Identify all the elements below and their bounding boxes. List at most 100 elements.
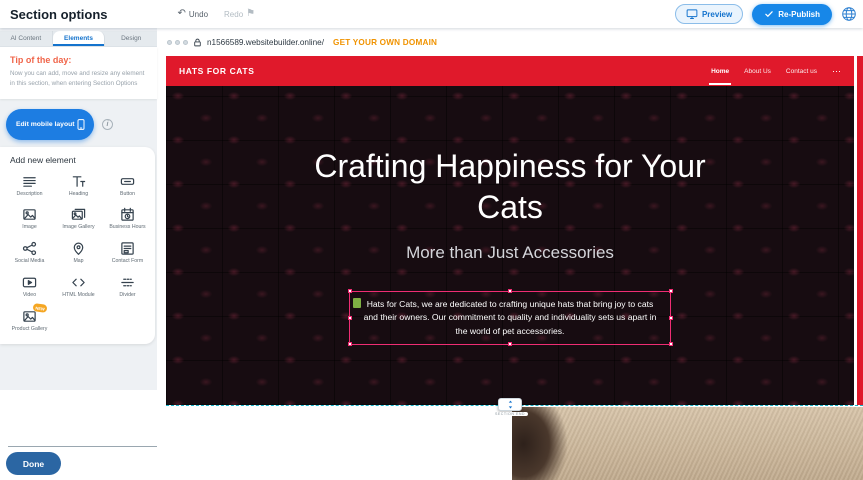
hero-title[interactable]: Crafting Happiness for Your Cats: [300, 146, 720, 228]
undo-button[interactable]: ↶ Undo: [178, 9, 209, 19]
element-label: Description: [17, 191, 43, 198]
check-icon: [764, 9, 774, 19]
resize-handle[interactable]: [508, 342, 512, 346]
add-element-image[interactable]: Image: [5, 207, 54, 231]
site-edge-strip: [857, 56, 863, 405]
more-menu-icon[interactable]: ⋯: [832, 67, 841, 76]
tab-ai-content[interactable]: AI Content: [0, 31, 53, 46]
button-icon: [120, 174, 135, 189]
element-label: Heading: [69, 191, 88, 198]
app-window: Section options ↶ Undo Redo ⚑ Preview: [0, 0, 863, 480]
add-new-element-panel: Add new element Description Heading Butt…: [0, 147, 155, 345]
element-label: Product Gallery: [12, 326, 48, 333]
info-icon[interactable]: i: [102, 119, 113, 130]
page-title: Section options: [10, 7, 108, 22]
add-element-title: Add new element: [10, 155, 152, 165]
tip-of-the-day-card: Tip of the day: Now you can add, move an…: [0, 47, 157, 99]
description-icon: [22, 174, 37, 189]
resize-handle[interactable]: [348, 316, 352, 320]
divider-icon: [120, 275, 135, 290]
contact-form-icon: [120, 241, 135, 256]
window-dots-icon: [167, 40, 188, 45]
resize-handle[interactable]: [508, 289, 512, 293]
add-element-contact-form[interactable]: Contact Form: [103, 241, 152, 265]
globe-icon[interactable]: [841, 6, 857, 22]
carpet-photo: [512, 407, 863, 480]
add-element-product-gallery[interactable]: NEW Product Gallery: [5, 309, 54, 333]
done-button[interactable]: Done: [6, 452, 61, 475]
image-gallery-icon: [71, 207, 86, 222]
element-grid: Description Heading Button Image Image G…: [5, 174, 152, 333]
sidebar-divider: [8, 446, 157, 447]
element-label: HTML Module: [62, 292, 94, 299]
new-badge: NEW: [32, 303, 47, 313]
element-label: Image Gallery: [62, 224, 94, 231]
business-hours-icon: [120, 207, 135, 222]
tab-design[interactable]: Design: [105, 31, 157, 46]
element-label: Button: [120, 191, 135, 198]
selected-text-element[interactable]: Hats for Cats, we are dedicated to craft…: [349, 291, 671, 345]
nav-about-us[interactable]: About Us: [744, 68, 771, 75]
republish-label: Re-Publish: [778, 10, 820, 19]
add-element-heading[interactable]: Heading: [54, 174, 103, 198]
drag-handle[interactable]: [353, 298, 361, 308]
element-label: Social Media: [15, 258, 45, 265]
lock-icon: [193, 38, 202, 47]
add-element-social-media[interactable]: Social Media: [5, 241, 54, 265]
site-nav: Home About Us Contact us ⋯: [711, 67, 841, 76]
monitor-icon: [686, 8, 698, 20]
tip-body: Now you can add, move and resize any ele…: [10, 69, 147, 89]
nav-contact-us[interactable]: Contact us: [786, 68, 817, 75]
element-label: Video: [23, 292, 36, 299]
element-label: Contact Form: [112, 258, 143, 265]
up-down-arrows-icon: [506, 399, 515, 410]
tab-elements[interactable]: Elements: [53, 31, 106, 46]
add-element-business-hours[interactable]: Business Hours: [103, 207, 152, 231]
site-header[interactable]: HATS FOR CATS Home About Us Contact us ⋯: [166, 56, 854, 86]
heading-icon: [71, 174, 86, 189]
add-element-button[interactable]: Button: [103, 174, 152, 198]
republish-button[interactable]: Re-Publish: [752, 4, 832, 25]
site-preview: HATS FOR CATS Home About Us Contact us ⋯…: [166, 56, 854, 405]
site-url[interactable]: n1566589.websitebuilder.online/: [207, 38, 324, 47]
hero-subtitle[interactable]: More than Just Accessories: [166, 243, 854, 263]
get-own-domain-link[interactable]: GET YOUR OWN DOMAIN: [333, 38, 437, 47]
editor-canvas: n1566589.websitebuilder.online/ GET YOUR…: [157, 28, 863, 480]
resize-arrows-box[interactable]: [498, 398, 522, 411]
edit-mobile-layout-button[interactable]: Edit mobile layout: [6, 109, 94, 140]
undo-icon: ↶: [178, 9, 186, 19]
resize-handle[interactable]: [669, 316, 673, 320]
mobile-layout-row: Edit mobile layout i: [0, 99, 157, 147]
video-icon: [22, 275, 37, 290]
hero-section[interactable]: Crafting Happiness for Your Cats More th…: [166, 86, 854, 405]
add-element-map[interactable]: Map: [54, 241, 103, 265]
site-logo[interactable]: HATS FOR CATS: [179, 66, 254, 76]
history-controls: ↶ Undo Redo ⚑: [178, 9, 256, 19]
edit-mobile-label: Edit mobile layout: [16, 121, 75, 128]
resize-handle[interactable]: [669, 342, 673, 346]
preview-button[interactable]: Preview: [675, 4, 743, 24]
social-media-icon: [22, 241, 37, 256]
section-resize-handle[interactable]: SECTION END: [492, 398, 528, 416]
hero-paragraph: Hats for Cats, we are dedicated to craft…: [360, 298, 660, 338]
topbar: Section options ↶ Undo Redo ⚑ Preview: [0, 0, 863, 28]
browser-bar: n1566589.websitebuilder.online/ GET YOUR…: [167, 34, 437, 50]
resize-handle[interactable]: [348, 289, 352, 293]
element-label: Divider: [119, 292, 135, 299]
image-icon: [22, 207, 37, 222]
add-element-image-gallery[interactable]: Image Gallery: [54, 207, 103, 231]
add-element-description[interactable]: Description: [5, 174, 54, 198]
sidebar-tabs: AI Content Elements Design: [0, 31, 157, 47]
add-element-divider[interactable]: Divider: [103, 275, 152, 299]
flag-icon: ⚑: [246, 9, 255, 19]
element-label: Map: [73, 258, 83, 265]
add-element-html-module[interactable]: HTML Module: [54, 275, 103, 299]
nav-home[interactable]: Home: [711, 68, 729, 75]
add-element-video[interactable]: Video: [5, 275, 54, 299]
html-module-icon: [71, 275, 86, 290]
tip-title: Tip of the day:: [10, 55, 147, 65]
redo-button[interactable]: Redo ⚑: [224, 9, 255, 19]
resize-handle[interactable]: [348, 342, 352, 346]
sidebar: AI Content Elements Design Tip of the da…: [0, 28, 157, 480]
resize-handle[interactable]: [669, 289, 673, 293]
